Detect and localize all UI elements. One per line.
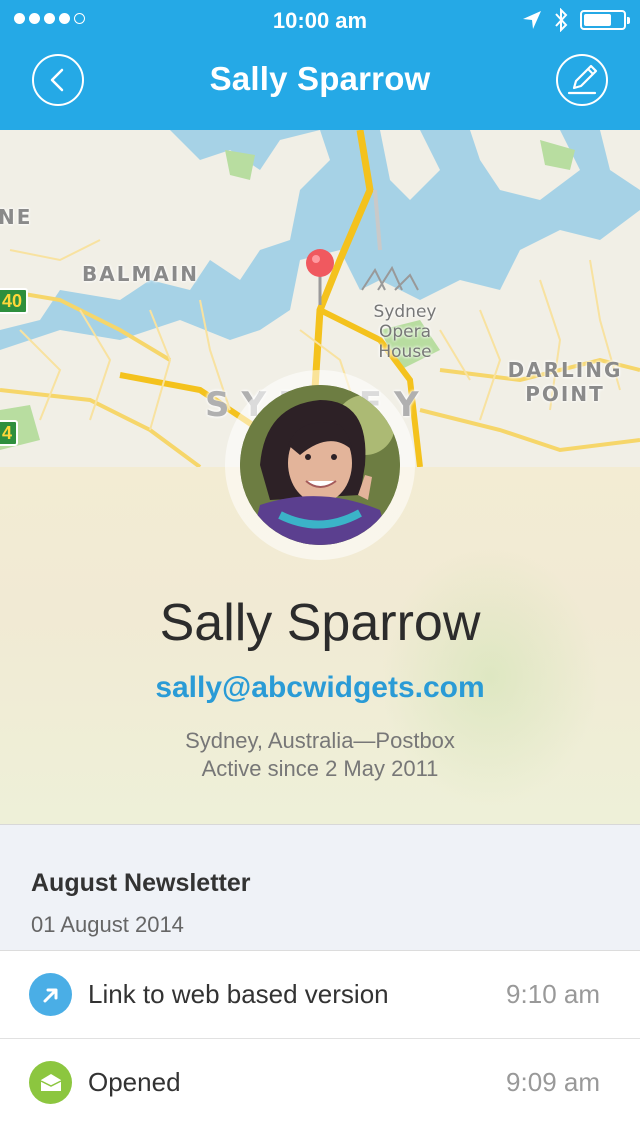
map-label: DARLING POINT bbox=[507, 358, 623, 406]
profile-email-link[interactable]: sally@abcwidgets.com bbox=[0, 671, 640, 705]
activity-time: 9:09 am bbox=[506, 1067, 600, 1097]
battery-icon bbox=[580, 10, 630, 30]
profile-name: Sally Sparrow bbox=[159, 594, 481, 652]
road-shield: 40 bbox=[0, 288, 29, 314]
map-poi-label: Sydney Opera House bbox=[373, 302, 437, 362]
top-bar: 10:00 am Sally Sparrow bbox=[0, 0, 640, 130]
profile-active-since: Active since 2 May 2011 bbox=[201, 756, 439, 781]
activity-label: Opened bbox=[88, 1067, 181, 1097]
road-shield: 4 bbox=[0, 420, 19, 446]
campaign-date: 01 August 2014 bbox=[31, 912, 184, 937]
compose-icon bbox=[567, 64, 598, 95]
activity-label: Link to web based version bbox=[88, 979, 389, 1009]
activity-row-opened[interactable]: Opened 9:09 am bbox=[0, 1039, 640, 1127]
map-label: NE bbox=[0, 205, 33, 229]
activity-row-link[interactable]: Link to web based version 9:10 am bbox=[0, 951, 640, 1039]
link-arrow-icon bbox=[29, 973, 72, 1016]
profile-location: Sydney, Australia—Postbox bbox=[185, 728, 455, 753]
status-bar: 10:00 am bbox=[0, 0, 640, 40]
navigation-bar: Sally Sparrow bbox=[0, 40, 640, 130]
page-title: Sally Sparrow bbox=[209, 60, 431, 97]
profile-meta: Sydney, Australia—Postbox Active since 2… bbox=[0, 727, 640, 783]
bluetooth-icon bbox=[555, 8, 568, 32]
campaign-title: August Newsletter bbox=[31, 869, 251, 897]
activity-time: 9:10 am bbox=[506, 979, 600, 1009]
envelope-open-icon bbox=[29, 1061, 72, 1104]
map-label: BALMAIN bbox=[82, 262, 200, 286]
avatar[interactable] bbox=[240, 385, 400, 545]
compose-button[interactable] bbox=[556, 54, 608, 106]
location-arrow-icon bbox=[523, 11, 541, 29]
campaign-header[interactable]: August Newsletter 01 August 2014 bbox=[0, 825, 640, 951]
